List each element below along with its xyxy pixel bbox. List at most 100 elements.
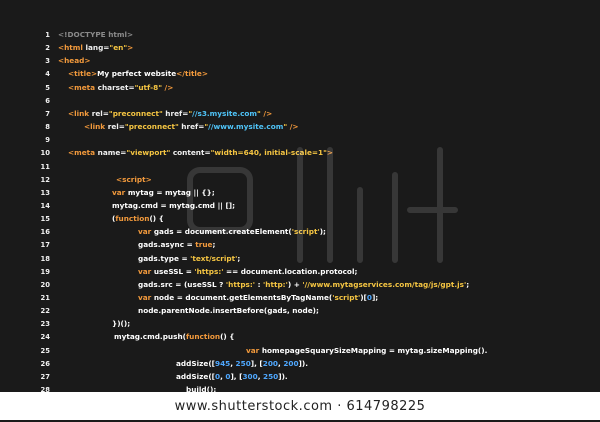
code-token: name=: [97, 148, 127, 158]
code-line[interactable]: 6: [0, 95, 600, 107]
code-token: </title>: [176, 69, 208, 79]
line-number: 7: [45, 109, 50, 118]
code-token: <meta: [68, 148, 98, 158]
line-number: 17: [40, 241, 50, 250]
code-token: charset=: [97, 82, 135, 92]
code-content: gads.async = true;: [138, 239, 215, 251]
code-content: <head>: [58, 55, 91, 67]
code-line[interactable]: 2 <html lang="en">: [0, 42, 600, 54]
code-content: node.parentNode.insertBefore(gads, node)…: [138, 305, 319, 317]
line-number: 5: [45, 83, 50, 92]
code-content: <title>My perfect website</title>: [68, 68, 208, 80]
code-token: )[: [360, 293, 367, 302]
code-line[interactable]: 15 (function() {: [0, 213, 600, 225]
code-token: var: [138, 293, 154, 302]
code-line[interactable]: 24 mytag.cmd.push(function() {: [0, 331, 600, 343]
code-token: 'script': [332, 293, 361, 302]
code-line[interactable]: 3 <head>: [0, 55, 600, 67]
code-token: "en": [109, 43, 128, 53]
code-content: addSize([945, 250], [200, 200]).: [176, 358, 308, 370]
line-number: 23: [40, 320, 50, 329]
code-content: gads.type = 'text/script';: [138, 253, 240, 265]
code-token: 250: [263, 371, 279, 381]
code-content: (function() {: [112, 213, 164, 225]
code-token: 300: [242, 371, 258, 381]
code-token: >: [127, 43, 134, 53]
code-content: <link rel="preconnect" href="//s3.mysite…: [68, 108, 272, 120]
watermark-text: www.shutterstock.com · 614798225: [174, 399, 426, 414]
code-line[interactable]: 20 gads.src = (useSSL ? 'https:' : 'http:…: [0, 279, 600, 291]
code-line[interactable]: 17 gads.async = true;: [0, 239, 600, 251]
code-line[interactable]: 27 addSize([0, 0], [300, 250]).: [0, 371, 600, 383]
code-token: ;: [237, 253, 241, 263]
code-token: "utf-8": [134, 82, 163, 92]
line-number: 12: [40, 175, 50, 184]
code-line[interactable]: 22 node.parentNode.insertBefore(gads, nod…: [0, 305, 600, 317]
line-number: 18: [40, 254, 50, 263]
line-number: 9: [45, 136, 50, 145]
code-token: href=: [162, 108, 189, 118]
code-token: rel=: [91, 108, 109, 118]
code-token: ];: [371, 293, 379, 302]
code-token: 'https:': [194, 266, 224, 276]
code-editor[interactable]: 1 <!DOCTYPE html> 2 <html lang="en"> 3 <head>…: [0, 0, 600, 407]
code-token: true: [195, 240, 213, 250]
code-content: <html lang="en">: [58, 42, 133, 54]
code-line[interactable]: 8 <link rel="preconnect" href="//www.mysi…: [0, 121, 600, 133]
code-content: addSize([0, 0], [300, 250]).: [176, 371, 288, 383]
code-line[interactable]: 11: [0, 161, 600, 173]
code-line[interactable]: 10 <meta name="viewport" content="width=6…: [0, 147, 600, 159]
code-token: node = document.getElementsByTagName(: [153, 293, 333, 302]
line-number: 2: [45, 44, 50, 53]
code-line[interactable]: 12 <script>: [0, 174, 600, 186]
code-token: content=: [170, 148, 211, 158]
line-number: 13: [40, 188, 50, 197]
code-line[interactable]: 9: [0, 134, 600, 146]
code-line[interactable]: 21 var node = document.getElementsByTagNa…: [0, 292, 600, 304]
code-token: />: [162, 82, 174, 92]
code-token: gads = document.createElement(: [153, 227, 292, 237]
code-line[interactable]: 14 mytag.cmd = mytag.cmd || [];: [0, 200, 600, 212]
line-number: 6: [45, 96, 50, 105]
line-number: 21: [40, 294, 50, 302]
code-token: function: [115, 214, 150, 224]
code-content: var gads = document.createElement('scrip…: [138, 226, 326, 238]
code-line[interactable]: 13 var mytag = mytag || {};: [0, 187, 600, 199]
code-token: />: [260, 108, 273, 118]
code-line[interactable]: 19 var useSSL = 'https:' == document.loca…: [0, 266, 600, 278]
line-number: 22: [40, 307, 50, 316]
code-line[interactable]: 1 <!DOCTYPE html>: [0, 29, 600, 41]
code-content: mytag.cmd.push(function() {: [114, 331, 234, 343]
line-number: 11: [40, 162, 50, 171]
code-token: addSize([: [176, 358, 215, 368]
code-line[interactable]: 16 var gads = document.createElement('scr…: [0, 226, 600, 238]
code-token: ;: [466, 279, 470, 289]
code-content: <link rel="preconnect" href="//www.mysit…: [84, 121, 299, 133]
line-number: 27: [40, 372, 50, 381]
code-content: <script>: [116, 174, 152, 186]
code-line[interactable]: 7 <link rel="preconnect" href="//s3.mysit…: [0, 108, 600, 120]
code-content: var node = document.getElementsByTagName…: [138, 292, 378, 304]
code-token: ]).: [298, 358, 308, 368]
code-token: <meta: [68, 82, 98, 92]
code-token: <!DOCTYPE html>: [58, 30, 134, 39]
code-line[interactable]: 5 <meta charset="utf-8" />: [0, 82, 600, 94]
code-content: mytag.cmd = mytag.cmd || [];: [112, 200, 235, 212]
code-token: == document.location.protocol;: [223, 266, 358, 276]
code-line[interactable]: 4 <title>My perfect website</title>: [0, 68, 600, 80]
code-line[interactable]: 26 addSize([945, 250], [200, 200]).: [0, 358, 600, 370]
code-line[interactable]: 18 gads.type = 'text/script';: [0, 253, 600, 265]
code-content: var homepageSquarySizeMapping = mytag.si…: [246, 345, 487, 357]
code-token: 'https:': [225, 279, 256, 289]
code-token: ]).: [278, 371, 288, 381]
code-token: 200: [283, 358, 299, 368]
code-token: >: [326, 148, 334, 158]
code-line[interactable]: 23})();: [0, 318, 600, 330]
code-token: gads.async =: [138, 240, 196, 250]
code-token: node.parentNode.insertBefore(gads, node)…: [138, 306, 319, 316]
code-line[interactable]: 25 var homepageSquarySizeMapping = mytag.…: [0, 345, 600, 357]
code-token: <link: [84, 122, 108, 132]
code-token: '//www.mytagservices.com/tag/js/gpt.js': [302, 279, 467, 289]
code-token: href=: [178, 122, 205, 132]
line-number: 25: [40, 346, 50, 355]
